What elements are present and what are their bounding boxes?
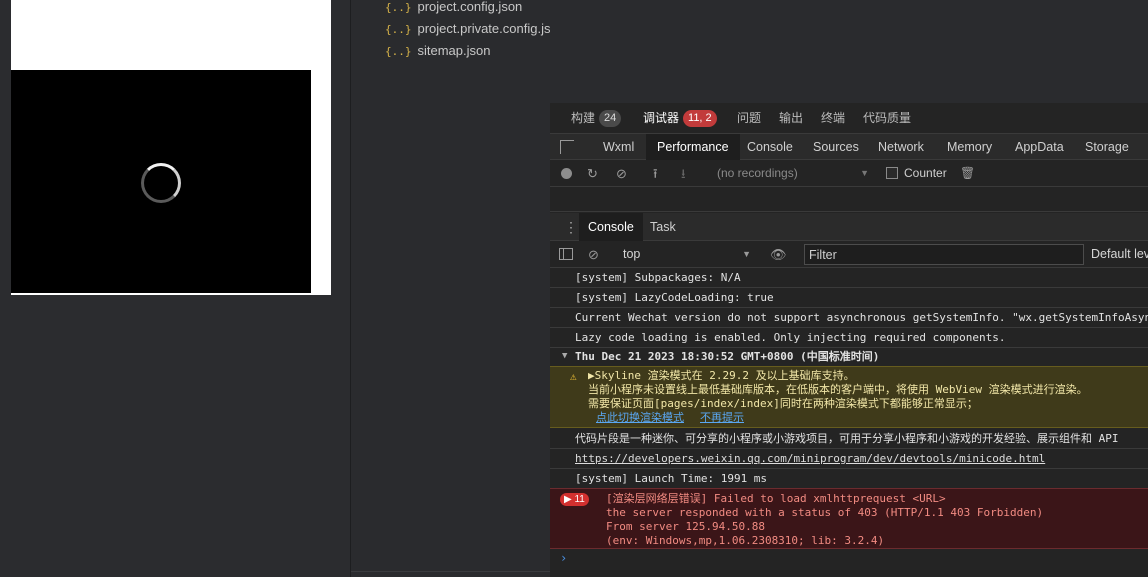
filter-input[interactable] [804, 244, 1084, 265]
phone-screen[interactable] [11, 0, 331, 295]
log-line: [system] Subpackages: N/A [550, 268, 1148, 288]
more-options-icon[interactable]: ⋮ [564, 213, 578, 241]
performance-body [550, 187, 1148, 212]
warning-icon: ⚠ [570, 370, 577, 383]
record-icon[interactable] [561, 168, 572, 179]
tab-console[interactable]: Console [747, 134, 793, 160]
chevron-down-icon: ▼ [742, 249, 751, 259]
json-file-icon: {..} [385, 1, 412, 14]
tab-performance[interactable]: Performance [646, 134, 740, 160]
counter-label: Counter [904, 166, 947, 180]
file-explorer: {..} project.config.json {..} project.priv… [351, 0, 561, 100]
error-line: From server 125.94.50.88 [606, 520, 765, 533]
counter-checkbox[interactable] [886, 167, 898, 179]
log-line: [system] LazyCodeLoading: true [550, 288, 1148, 308]
inspect-element-icon[interactable] [560, 140, 574, 154]
explorer-empty-area [351, 100, 550, 577]
chevron-down-icon: ▼ [860, 168, 869, 178]
context-select[interactable]: top ▼ [623, 241, 751, 268]
page-content [11, 70, 311, 293]
file-name: sitemap.json [417, 43, 491, 58]
trash-icon[interactable]: 🗑 [960, 160, 975, 187]
download-profile-icon[interactable]: ⭳ [681, 160, 686, 187]
explorer-footer [351, 571, 550, 577]
context-value: top [623, 247, 641, 261]
build-count-badge: 24 [599, 110, 622, 128]
tab-code-quality[interactable]: 代码质量 [863, 103, 911, 134]
tab-debugger[interactable]: 调试器 11, 2 [643, 103, 717, 134]
reload-record-icon[interactable]: ↻ [587, 160, 598, 187]
performance-toolbar: ↻ ⊘ ⭱ ⭳ (no recordings) ▼ Counter 🗑 [550, 160, 1148, 187]
tab-sources[interactable]: Sources [813, 134, 859, 160]
error-count-badge[interactable]: ▶ 11 [560, 493, 589, 506]
drawer-tabs: ⋮ Console Task [550, 213, 1148, 241]
tab-label: 调试器 [643, 111, 680, 125]
minicode-docs-link[interactable]: https://developers.weixin.qq.com/minipro… [575, 452, 1045, 465]
editor-empty-area [550, 0, 1148, 103]
dont-show-again-link[interactable]: 不再提示 [700, 411, 744, 424]
devtools-panel-tabs: Wxml Performance Console Sources Network… [550, 134, 1148, 160]
error-line: (env: Windows,mp,1.06.2308310; lib: 3.2.… [606, 534, 885, 547]
log-group-header[interactable]: ▼ Thu Dec 21 2023 18:30:52 GMT+0800 (中国标… [550, 347, 1148, 367]
error-line: the server responded with a status of 40… [606, 506, 1044, 519]
json-file-icon: {..} [385, 23, 412, 36]
tab-appdata[interactable]: AppData [1015, 134, 1064, 160]
error-line: [渲染层网络层错误] Failed to load xmlhttprequest… [606, 492, 946, 505]
log-line: 代码片段是一种迷你、可分享的小程序或小游戏项目，可用于分享小程序和小游戏的开发经… [550, 429, 1148, 449]
file-name: project.private.config.js... [417, 21, 562, 36]
console-sidebar-icon[interactable] [559, 248, 573, 260]
tab-wxml[interactable]: Wxml [603, 134, 634, 160]
error-count: 11 [574, 494, 585, 505]
upload-profile-icon[interactable]: ⭱ [653, 160, 658, 187]
recordings-value: (no recordings) [717, 166, 798, 180]
file-item-sitemap[interactable]: {..} sitemap.json [385, 41, 490, 61]
devtools-panel: 构建 24 调试器 11, 2 问题 输出 终端 代码质量 Wxml Perform… [550, 0, 1148, 577]
clear-console-icon[interactable]: ⊘ [588, 241, 599, 268]
caret-down-icon: ▼ [562, 351, 568, 361]
tab-network[interactable]: Network [878, 134, 924, 160]
log-line-url: https://developers.weixin.qq.com/minipro… [550, 449, 1148, 469]
simulator-area [0, 0, 351, 577]
log-line: Lazy code loading is enabled. Only injec… [550, 328, 1148, 348]
warning-line: 需要保证页面[pages/index/index]同时在两种渲染模式下都能够正常… [588, 397, 978, 410]
warning-links: 点此切换渲染模式 不再提示 [596, 411, 760, 425]
log-line: [system] Launch Time: 1991 ms [550, 469, 1148, 489]
tab-memory[interactable]: Memory [947, 134, 992, 160]
tab-terminal[interactable]: 终端 [821, 103, 845, 134]
drawer-tab-console[interactable]: Console [579, 213, 643, 241]
warning-message: ⚠ ▶Skyline 渲染模式在 2.29.2 及以上基础库支持。 当前小程序未… [550, 366, 1148, 428]
file-item-project-config[interactable]: {..} project.config.json [385, 0, 522, 17]
tab-build[interactable]: 构建 24 [571, 103, 622, 134]
json-file-icon: {..} [385, 45, 412, 58]
eye-icon[interactable]: 👁 [770, 241, 787, 268]
console-log: [system] Subpackages: N/A [system] LazyC… [550, 268, 1148, 577]
group-header-text: Thu Dec 21 2023 18:30:52 GMT+0800 (中国标准时… [575, 350, 880, 363]
log-levels-select[interactable]: Default levels [1091, 241, 1148, 268]
debug-top-tabs: 构建 24 调试器 11, 2 问题 输出 终端 代码质量 [550, 103, 1148, 134]
error-message: ▶ 11 [渲染层网络层错误] Failed to load xmlhttpre… [550, 488, 1148, 549]
tab-output[interactable]: 输出 [779, 103, 803, 134]
recordings-select[interactable]: (no recordings) ▼ [717, 160, 869, 187]
debugger-error-badge: 11, 2 [683, 110, 717, 128]
file-name: project.config.json [417, 0, 523, 14]
log-line: Current Wechat version do not support as… [550, 308, 1148, 328]
tab-issues[interactable]: 问题 [737, 103, 761, 134]
clear-recording-icon[interactable]: ⊘ [616, 160, 627, 187]
warning-line: 当前小程序未设置线上最低基础库版本，在低版本的客户端中，将使用 WebView … [588, 383, 1088, 396]
loading-spinner-icon [141, 163, 181, 203]
tab-label: 构建 [571, 111, 596, 125]
switch-render-mode-link[interactable]: 点此切换渲染模式 [596, 411, 684, 424]
file-item-project-private-config[interactable]: {..} project.private.config.js... [385, 19, 561, 39]
drawer-tab-task[interactable]: Task [650, 213, 676, 241]
console-prompt[interactable]: › [560, 551, 567, 565]
console-toolbar: ⊘ top ▼ 👁 Default levels [550, 241, 1148, 268]
warning-line[interactable]: ▶Skyline 渲染模式在 2.29.2 及以上基础库支持。 [588, 369, 855, 383]
tab-storage[interactable]: Storage [1085, 134, 1129, 160]
